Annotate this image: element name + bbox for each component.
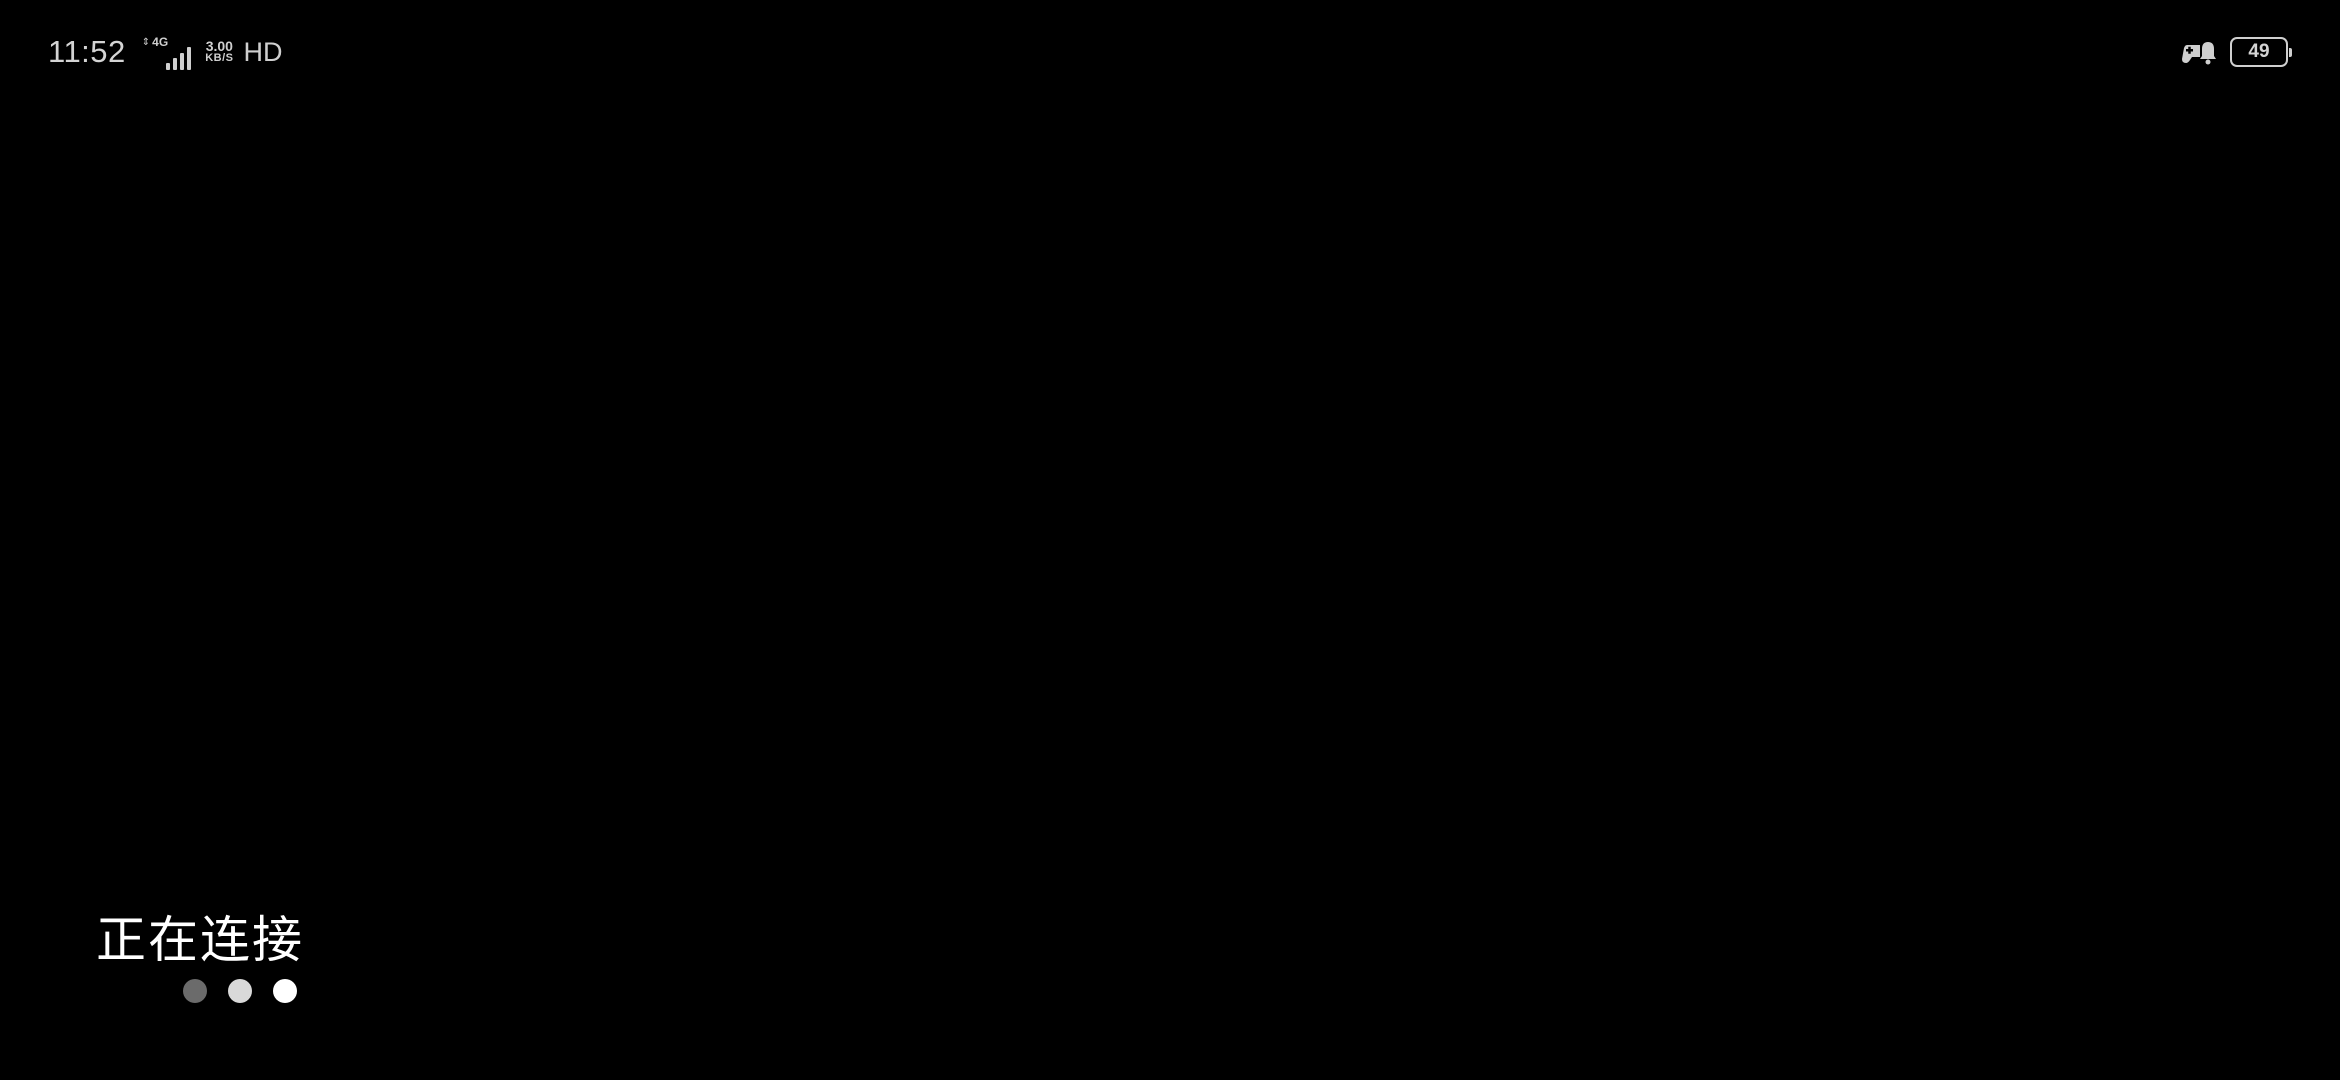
app-screen: 11:52 ⇕ 4G 3.00 KB/S HD 49 正在连接 [0, 0, 2340, 1080]
data-activity-icon: ⇕ [141, 37, 151, 48]
battery-level-text: 49 [2248, 41, 2270, 62]
network-speed-value: 3.00 [205, 38, 233, 54]
gamepad-icon [2180, 35, 2220, 69]
status-clock: 11:52 [48, 34, 126, 69]
connecting-status-text: 正在连接 [96, 911, 304, 969]
network-speed: 3.00 KB/S [205, 38, 234, 64]
status-bar-left: 11:52 ⇕ 4G 3.00 KB/S HD [48, 30, 282, 74]
network-speed-unit: KB/S [205, 52, 234, 64]
cellular-signal-icon [166, 44, 192, 70]
hd-voice-indicator: HD [243, 36, 283, 67]
loading-indicator [183, 979, 297, 1003]
network-type-indicator: ⇕ 4G [142, 35, 168, 69]
loading-dot [273, 979, 297, 1003]
status-bar-right: 49 [2180, 30, 2292, 74]
loading-dot [228, 979, 252, 1003]
battery-body: 49 [2230, 37, 2288, 67]
battery-icon: 49 [2230, 37, 2292, 67]
battery-tip [2289, 47, 2292, 57]
loading-dot [183, 979, 207, 1003]
